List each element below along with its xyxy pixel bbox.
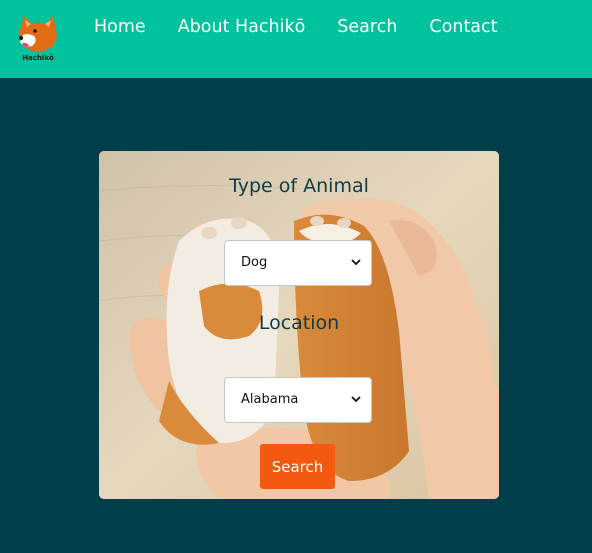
location-label: Location <box>258 312 340 334</box>
nav-contact-link[interactable]: Contact <box>429 15 497 39</box>
chevron-down-icon <box>351 259 361 266</box>
nav-about-link[interactable]: About Hachikō <box>178 15 306 39</box>
search-card: Type of Animal Dog Location Alabama Sear… <box>99 151 499 499</box>
hachiko-logo[interactable]: Hachikō <box>12 12 64 68</box>
navbar: Hachikō Home About Hachikō Search Contac… <box>0 0 592 78</box>
nav-home-link[interactable]: Home <box>94 15 146 39</box>
animal-type-label: Type of Animal <box>229 175 369 197</box>
logo-text: Hachikō <box>22 54 54 62</box>
shiba-dog-logo-icon <box>18 16 57 52</box>
nav-search-link[interactable]: Search <box>337 15 397 39</box>
nav-links: Home About Hachikō Search Contact <box>94 15 530 39</box>
chevron-down-icon <box>351 396 361 403</box>
search-button[interactable]: Search <box>260 444 335 489</box>
animal-type-select[interactable]: Dog <box>224 240 372 286</box>
animal-type-value: Dog <box>241 255 268 270</box>
location-select[interactable]: Alabama <box>224 377 372 423</box>
location-value: Alabama <box>241 392 299 407</box>
